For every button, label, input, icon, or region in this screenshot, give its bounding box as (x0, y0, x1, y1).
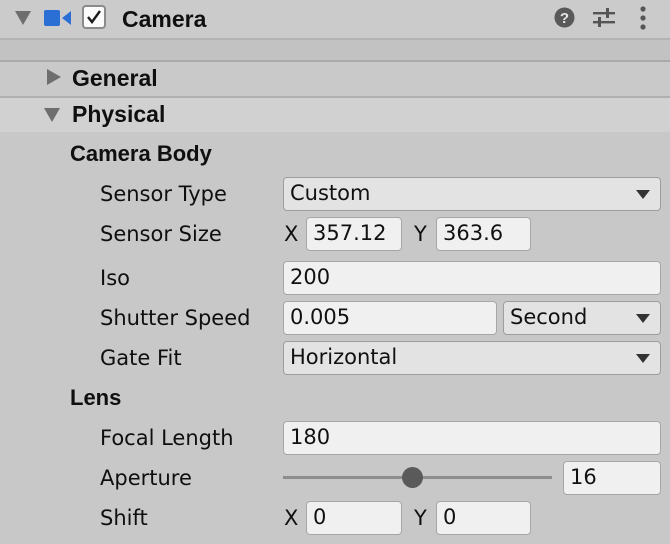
chevron-down-icon (636, 314, 650, 323)
sensor-size-x-label: X (284, 222, 299, 246)
sensor-size-y-field[interactable]: 363.6 (436, 217, 531, 251)
iso-label: Iso (100, 266, 130, 290)
chevron-down-icon (636, 190, 650, 199)
aperture-label: Aperture (100, 466, 192, 490)
gate-fit-label: Gate Fit (100, 346, 182, 370)
more-menu-icon[interactable] (638, 5, 648, 31)
enabled-checkbox[interactable] (82, 5, 106, 29)
lens-header: Lens (70, 385, 122, 410)
header-strip (0, 40, 670, 60)
shutter-speed-unit-dropdown[interactable]: Second (503, 301, 661, 335)
sensor-size-y-label: Y (414, 222, 427, 246)
presets-icon[interactable] (592, 6, 616, 30)
shift-x-field[interactable]: 0 (306, 501, 402, 535)
sensor-type-value: Custom (290, 181, 371, 205)
svg-text:?: ? (560, 10, 569, 27)
focal-length-label: Focal Length (100, 426, 234, 450)
shutter-speed-unit-value: Second (510, 305, 588, 329)
sensor-size-label: Sensor Size (100, 222, 222, 246)
shutter-speed-label: Shutter Speed (100, 306, 251, 330)
shift-y-label: Y (414, 506, 427, 530)
foldout-general-label[interactable]: General (72, 65, 158, 92)
shutter-speed-field[interactable]: 0.005 (283, 301, 497, 335)
camera-icon (44, 8, 72, 28)
iso-field[interactable]: 200 (283, 261, 661, 295)
checkmark-icon (87, 10, 101, 24)
gate-fit-value: Horizontal (290, 345, 398, 369)
sensor-type-dropdown[interactable]: Custom (283, 177, 661, 211)
collapsed-arrow-icon[interactable] (47, 69, 61, 85)
chevron-down-icon (636, 354, 650, 363)
focal-length-field[interactable]: 180 (283, 421, 661, 455)
help-icon[interactable]: ? (554, 7, 575, 28)
aperture-slider-thumb[interactable] (401, 467, 423, 488)
shift-label: Shift (100, 506, 148, 530)
shift-y-field[interactable]: 0 (436, 501, 531, 535)
foldout-physical-label[interactable]: Physical (72, 101, 165, 128)
foldout-arrow-icon[interactable] (15, 11, 31, 25)
camera-body-header: Camera Body (70, 141, 212, 166)
component-title: Camera (122, 6, 207, 32)
sensor-type-label: Sensor Type (100, 182, 227, 206)
shift-x-label: X (284, 506, 299, 530)
gate-fit-dropdown[interactable]: Horizontal (283, 341, 661, 375)
aperture-field[interactable]: 16 (563, 461, 661, 495)
expanded-arrow-icon[interactable] (44, 108, 60, 122)
sensor-size-x-field[interactable]: 357.12 (306, 217, 402, 251)
